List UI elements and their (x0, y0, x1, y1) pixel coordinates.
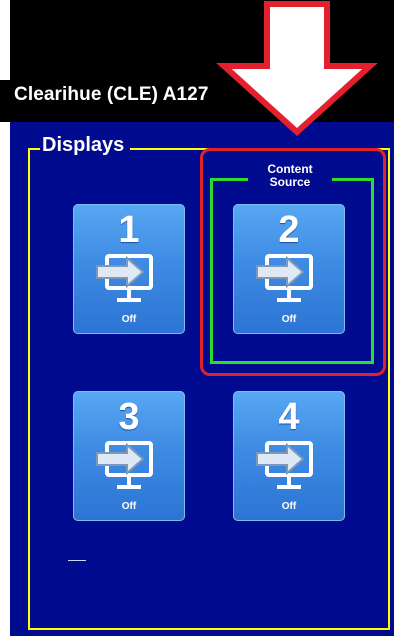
display-input-icon (96, 254, 153, 302)
display-1-status: Off (121, 314, 137, 325)
display-2-button[interactable]: 2 Off (233, 204, 345, 334)
display-input-icon (256, 441, 313, 489)
display-2-status: Off (281, 314, 297, 325)
display-1-number: 1 (118, 209, 140, 251)
down-arrow-icon (216, 1, 378, 137)
content-source-label: Content Source (248, 163, 332, 189)
display-3-number: 3 (118, 396, 140, 438)
display-4-button[interactable]: 4 Off (233, 391, 345, 521)
display-4-status: Off (281, 501, 297, 512)
display-input-icon (96, 441, 153, 489)
display-input-icon (256, 254, 313, 302)
display-4-number: 4 (278, 396, 300, 438)
display-2-number: 2 (278, 209, 300, 251)
separator-dash (68, 560, 86, 561)
display-3-status: Off (121, 501, 137, 512)
display-3-button[interactable]: 3 Off (73, 391, 185, 521)
display-1-button[interactable]: 1 Off (73, 204, 185, 334)
left-edge-strip-bottom (0, 556, 10, 636)
